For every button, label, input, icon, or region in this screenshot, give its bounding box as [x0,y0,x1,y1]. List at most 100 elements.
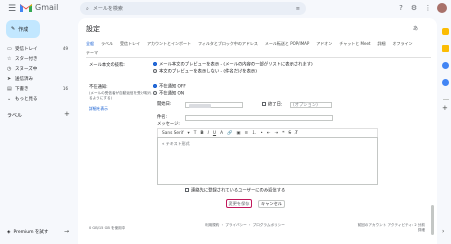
tab-labels[interactable]: ラベル [101,39,113,48]
contacts-icon[interactable] [442,79,449,86]
vacation-off-option[interactable]: 不在通知 OFF [153,84,186,91]
scrollbar[interactable] [431,205,434,235]
strikethrough-icon[interactable]: S̶ [288,131,291,136]
sidebar-item-sent[interactable]: ➤ 送信済み [0,74,72,83]
premium-trial-link[interactable]: ◈ Premium を試す [7,229,48,236]
sidebar-item-inbox[interactable]: ▭ 受信トレイ 49 [0,44,72,53]
keep-icon[interactable] [442,45,449,52]
subject-input[interactable] [185,115,333,121]
calendar-icon[interactable] [442,28,449,35]
premium-icon: ◈ [7,229,11,235]
star-icon: ☆ [7,55,12,62]
search-icon[interactable]: ⌕ [86,6,89,12]
tasks-icon[interactable] [442,62,449,69]
checkbox-icon[interactable] [262,102,266,106]
help-icon[interactable]: ? [396,3,406,13]
snippets-label: メール本文の抜粋: [89,63,125,68]
italic-icon[interactable]: I [208,131,209,136]
rail-divider [443,99,449,100]
tab-filters[interactable]: フィルタとブロック中のアドレス [198,39,258,48]
vacation-help-link[interactable]: 詳細を表示 [89,106,108,112]
gmail-m-icon [20,3,32,12]
date-value [189,103,211,108]
link-icon[interactable]: 🔗 [227,131,232,136]
formatting-toolbar: Sans Serif ▾ T B I U A 🔗 ▣ ≡ ⒈ • ⇤ ⇥ ❝ S… [157,128,378,137]
clock-icon: ◷ [7,65,12,72]
indent-more-icon[interactable]: ⇥ [275,131,279,136]
save-changes-button[interactable]: 変更を保存 [226,199,252,208]
font-select[interactable]: Sans Serif [162,131,184,136]
app-name: Gmail [35,3,59,12]
inbox-icon: ▭ [7,45,12,52]
input-tools-icon[interactable]: あ [413,25,418,32]
radio-icon[interactable] [153,69,157,73]
align-icon[interactable]: ≡ [244,131,248,136]
search-bar[interactable]: ⌕ メールを検索 ≡ [80,2,306,15]
subject-label: 件名: [157,115,168,120]
contacts-only-option[interactable]: 連絡先に登録されているユーザーにのみ返信する [185,188,285,195]
pencil-icon: ✎ [11,26,16,32]
start-date-input[interactable] [185,102,243,108]
tab-themes[interactable]: テーマ [86,48,98,57]
start-date-label: 開始日: [157,102,172,107]
checkbox-icon[interactable] [185,188,189,192]
snippets-option-show[interactable]: メール本文のプレビューを表示 - (メールの内容の一部がリストに表示されます) [153,62,313,69]
tab-advanced[interactable]: 詳細 [377,39,385,48]
divider [86,57,431,58]
avatar[interactable] [437,3,447,13]
underline-icon[interactable]: U [213,131,216,136]
cancel-button[interactable]: キャンセル [258,200,285,208]
numbered-list-icon[interactable]: ⒈ [252,130,256,136]
draft-icon: ▤ [7,85,12,92]
snippets-option-hide[interactable]: 本文のプレビューを表示しない - (件名だけを表示) [153,69,257,76]
tab-addons[interactable]: アドオン [316,39,332,48]
sidebar-item-starred[interactable]: ☆ スター付き [0,54,72,63]
compose-button[interactable]: ✎ 作成 [6,20,40,38]
last-activity: 前回のアカウント アクティビティ: 2 分前 詳細 [357,223,425,232]
radio-selected-icon[interactable] [153,62,157,66]
text-size-icon[interactable]: T [194,131,197,136]
send-icon: ➤ [7,75,12,82]
page-title: 設定 [86,25,100,33]
sidebar-item-snoozed[interactable]: ◷ スヌーズ中 [0,64,72,73]
add-label-icon[interactable]: + [64,110,70,118]
sidebar-item-drafts[interactable]: ▤ 下書き 16 [0,84,72,93]
remove-formatting-icon[interactable]: T̸ [295,131,298,136]
tab-accounts[interactable]: アカウントとインポート [147,39,191,48]
bold-icon[interactable]: B [200,131,203,136]
chevron-down-icon: ⌄ [7,95,12,102]
tab-inbox[interactable]: 受信トレイ [120,39,140,48]
apps-grid-icon[interactable]: ⋮ [423,3,433,13]
end-date-input[interactable]: (オプション) [290,102,332,108]
tab-forwarding[interactable]: メール転送と POP/IMAP [265,39,309,48]
message-editor[interactable]: « テキスト形式 [157,137,378,185]
text-color-icon[interactable]: A [220,131,223,136]
hide-panel-icon[interactable]: › [442,228,444,235]
labels-heading: ラベル [7,113,23,119]
plain-text-link[interactable]: « テキスト形式 [162,141,190,146]
settings-gear-icon[interactable]: ⚙ [409,3,419,13]
tab-general[interactable]: 全般 [86,39,94,48]
settings-tabs: 全般 ラベル 受信トレイ アカウントとインポート フィルタとブロック中のアドレス… [86,39,431,57]
search-input[interactable]: メールを検索 [93,5,296,12]
vacation-label: 不在通知: [89,85,108,90]
add-addon-icon[interactable]: + [442,104,448,112]
storage-usage: 0 GB/15 GB を使用中 [89,226,126,230]
gmail-logo[interactable]: Gmail [20,3,58,12]
footer-links[interactable]: 利用規約 ・ プライバシー ・ プログラムポリシー [205,223,285,228]
radio-selected-icon[interactable] [153,84,157,88]
sidebar-item-more[interactable]: ⌄ もっと見る [0,94,72,103]
premium-arrow-icon[interactable]: → [64,228,69,235]
image-icon[interactable]: ▣ [236,131,240,136]
vacation-on-option[interactable]: 不在通知 ON [153,91,184,98]
quote-icon[interactable]: ❝ [282,131,284,136]
bulleted-list-icon[interactable]: • [260,131,263,136]
filter-options-icon[interactable]: ≡ [296,6,300,12]
tab-offline[interactable]: オフライン [392,39,412,48]
radio-icon[interactable] [153,91,157,95]
font-dropdown-icon[interactable]: ▾ [188,131,190,136]
end-date-option[interactable]: 終了日: [262,102,282,109]
tab-chat-meet[interactable]: チャットと Meet [339,39,370,48]
main-menu-icon[interactable]: ☰ [8,4,16,14]
indent-less-icon[interactable]: ⇤ [267,131,271,136]
